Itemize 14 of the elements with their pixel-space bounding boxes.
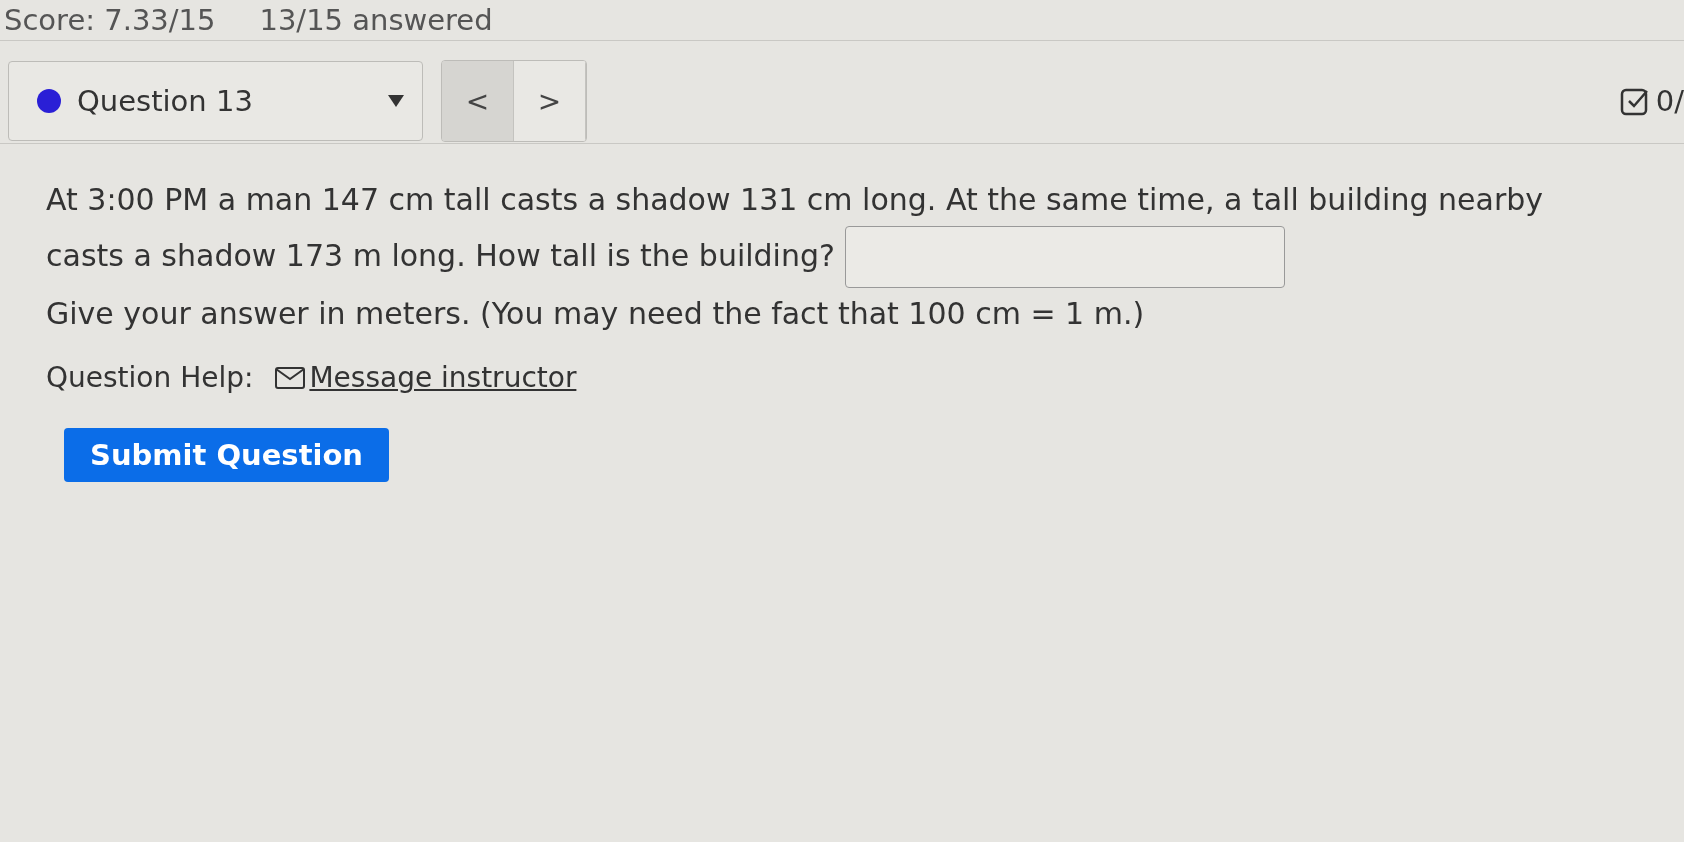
points-text: 0/ [1655,84,1684,118]
message-link[interactable]: Message instructor [275,361,577,394]
mail-icon [275,366,306,389]
question-dropdown[interactable]: Question 13 [8,61,423,141]
answered-count: 13/15 answered [259,3,493,37]
score-text: Score: 7.33/15 [4,3,216,37]
help-label: Question Help: [46,361,254,394]
caret-icon [388,95,404,107]
previous-button[interactable]: < [442,61,514,141]
question-text: At 3:00 PM a man 147 cm tall casts a shadow 131 cm long. At the same time, a tall building nearby casts a shadow 173 m long. How tall is the building? [46,174,1546,288]
submit-button[interactable]: Submit Question [64,428,389,482]
checkbox-icon [1619,86,1650,116]
answer-field[interactable] [844,226,1285,288]
instruction-text: Give your answer in meters. (You may need the fact that 100 cm = 1 m.) [46,296,1146,331]
